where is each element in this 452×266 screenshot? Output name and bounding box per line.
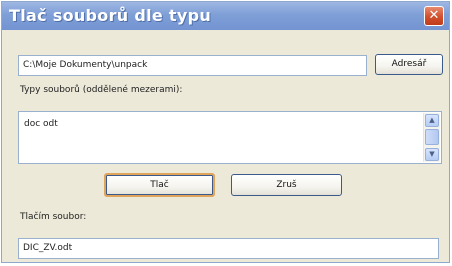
file-types-textarea[interactable]: doc odt ▲ ▼: [18, 111, 442, 164]
dialog-window: Tlač souborů dle typu ✕ C:\Moje Dokument…: [1, 1, 450, 263]
title-bar[interactable]: Tlač souborů dle typu ✕: [2, 2, 449, 30]
current-file-field[interactable]: DIC_ZV.odt: [18, 238, 439, 259]
printing-file-label: Tlačím soubor:: [20, 212, 87, 222]
close-icon: ✕: [428, 8, 440, 23]
cancel-button-label: Zruš: [276, 180, 297, 190]
print-button-label: Tlač: [150, 180, 169, 190]
scroll-thumb[interactable]: [425, 129, 439, 145]
scroll-up-icon[interactable]: ▲: [425, 114, 439, 127]
browse-button-label: Adresář: [391, 59, 427, 69]
file-types-value: doc odt: [24, 119, 58, 129]
close-button[interactable]: ✕: [424, 6, 444, 26]
directory-path-input[interactable]: C:\Moje Dokumenty\unpack: [18, 55, 367, 76]
scroll-down-icon[interactable]: ▼: [425, 148, 439, 161]
print-button[interactable]: Tlač: [104, 173, 215, 197]
vertical-scrollbar[interactable]: ▲ ▼: [423, 113, 440, 162]
file-types-label: Typy souborů (oddělené mezerami):: [20, 85, 183, 95]
browse-directory-button[interactable]: Adresář: [375, 54, 443, 75]
window-title: Tlač souborů dle typu: [9, 6, 212, 25]
cancel-button[interactable]: Zruš: [231, 174, 342, 196]
